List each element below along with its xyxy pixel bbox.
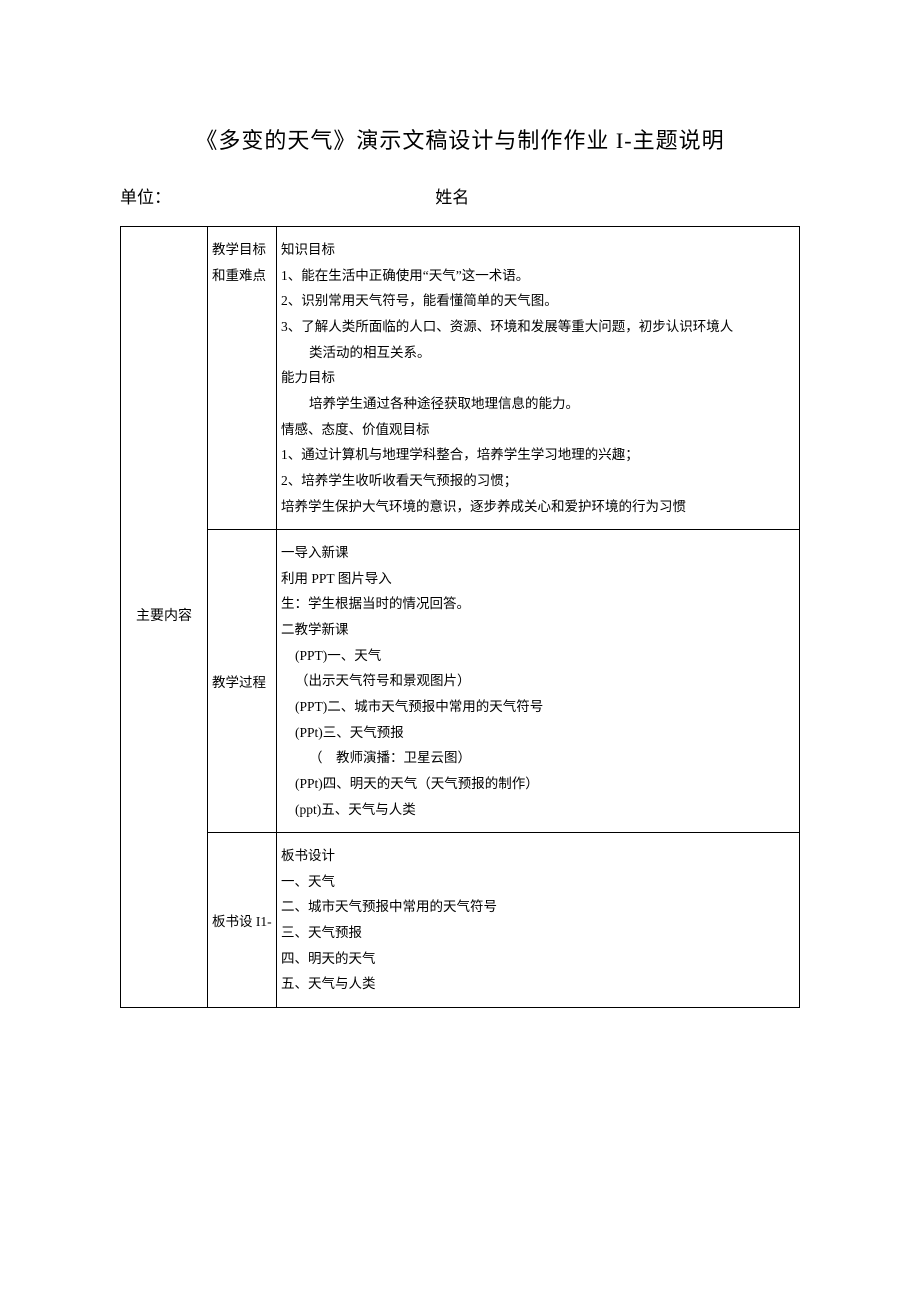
content-table: 主要内容 教学目标和重难点 知识目标1、能在生活中正确使用“天气”这一术语。2、… <box>120 226 800 1008</box>
section-body-board: 板书设计一、天气二、城市天气预报中常用的天气符号三、天气预报四、明天的天气五、天… <box>277 833 800 1008</box>
content-line: 类活动的相互关系。 <box>281 340 793 366</box>
content-line: 培养学生通过各种途径获取地理信息的能力。 <box>281 391 793 417</box>
content-line: (PPT)二、城市天气预报中常用的天气符号 <box>281 694 793 720</box>
content-line: （出示天气符号和景观图片） <box>281 668 793 694</box>
content-line: 1、通过计算机与地理学科整合，培养学生学习地理的兴趣； <box>281 442 793 468</box>
content-line: （ 教师演播：卫星云图） <box>281 745 793 771</box>
content-line: 利用 PPT 图片导入 <box>281 566 793 592</box>
content-line: 一导入新课 <box>281 540 793 566</box>
content-line: 生：学生根据当时的情况回答。 <box>281 591 793 617</box>
content-line: 培养学生保护大气环境的意识，逐步养成关心和爱护环境的行为习惯 <box>281 494 793 520</box>
content-line: 情感、态度、价值观目标 <box>281 417 793 443</box>
meta-row: 单位： 姓名 <box>120 182 800 214</box>
content-line: (PPt)三、天气预报 <box>281 720 793 746</box>
unit-label: 单位： <box>120 182 171 214</box>
content-line: (ppt)五、天气与人类 <box>281 797 793 823</box>
table-row: 板书设 I1- 板书设计一、天气二、城市天气预报中常用的天气符号三、天气预报四、… <box>121 833 800 1008</box>
content-line: 五、天气与人类 <box>281 971 793 997</box>
table-row: 教学过程 一导入新课利用 PPT 图片导入生：学生根据当时的情况回答。二教学新课… <box>121 530 800 833</box>
content-line: 二教学新课 <box>281 617 793 643</box>
section-body-process: 一导入新课利用 PPT 图片导入生：学生根据当时的情况回答。二教学新课(PPT)… <box>277 530 800 833</box>
content-line: 四、明天的天气 <box>281 946 793 972</box>
content-line: 能力目标 <box>281 365 793 391</box>
main-content-label: 主要内容 <box>121 227 208 1008</box>
section-label-goals: 教学目标和重难点 <box>208 227 277 530</box>
content-line: (PPT)一、天气 <box>281 643 793 669</box>
section-body-goals: 知识目标1、能在生活中正确使用“天气”这一术语。2、识别常用天气符号，能看懂简单… <box>277 227 800 530</box>
section-label-process: 教学过程 <box>208 530 277 833</box>
content-line: (PPt)四、明天的天气（天气预报的制作） <box>281 771 793 797</box>
content-line: 2、培养学生收听收看天气预报的习惯； <box>281 468 793 494</box>
section-label-board: 板书设 I1- <box>208 833 277 1008</box>
content-line: 2、识别常用天气符号，能看懂简单的天气图。 <box>281 288 793 314</box>
content-line: 1、能在生活中正确使用“天气”这一术语。 <box>281 263 793 289</box>
content-line: 3、了解人类所面临的人口、资源、环境和发展等重大问题，初步认识环境人 <box>281 314 793 340</box>
content-line: 知识目标 <box>281 237 793 263</box>
content-line: 三、天气预报 <box>281 920 793 946</box>
table-row: 主要内容 教学目标和重难点 知识目标1、能在生活中正确使用“天气”这一术语。2、… <box>121 227 800 530</box>
content-line: 板书设计 <box>281 843 793 869</box>
name-label: 姓名 <box>435 182 469 214</box>
content-line: 一、天气 <box>281 869 793 895</box>
content-line: 二、城市天气预报中常用的天气符号 <box>281 894 793 920</box>
page-title: 《多变的天气》演示文稿设计与制作作业 I-主题说明 <box>120 120 800 162</box>
